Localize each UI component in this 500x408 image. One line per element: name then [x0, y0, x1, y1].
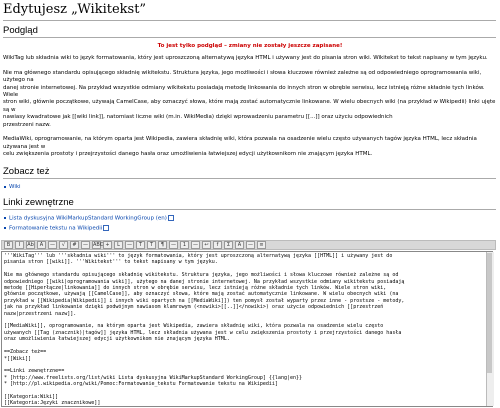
toolbar-button[interactable]: A — [37, 241, 46, 249]
toolbar-button[interactable]: T — [136, 241, 145, 249]
preview-warning: To jest tylko podgląd – zmiany nie zosta… — [157, 43, 343, 49]
preview-divider — [3, 37, 496, 38]
toolbar-button[interactable]: + — [103, 241, 112, 249]
preview-line: celu zwiększenia prostoty i przejrzystoś… — [3, 151, 373, 158]
editor-scrollbar-thumb[interactable] — [487, 253, 492, 373]
toolbar-button[interactable]: — — [125, 241, 134, 249]
preview-line: WikiTag lub składnia wiki to język forma… — [3, 55, 488, 61]
preview-line: Nie ma głównego standardu opisującego sk… — [3, 69, 482, 84]
editor-line[interactable]: [[Kategoria:Języki znacznikowe]] — [4, 400, 490, 406]
edit-page: Edytujesz „Wikitekst” Podgląd To jest ty… — [0, 0, 500, 408]
title-divider — [3, 20, 496, 21]
external-link-item: Formatowanie tekstu na Wikipedii — [3, 225, 110, 232]
preview-heading: Podgląd — [3, 25, 38, 36]
external-link-formatting[interactable]: Formatowanie tekstu na Wikipedii — [9, 226, 102, 232]
toolbar-button[interactable]: B — [4, 241, 13, 249]
preview-line: stron wiki, głównie początkowe, używają … — [3, 99, 496, 113]
toolbar-button[interactable]: 1 — [180, 241, 189, 249]
page-title: Edytujesz „Wikitekst” — [3, 2, 147, 17]
see-also-heading: Zobacz też — [3, 166, 50, 177]
toolbar-button[interactable]: A — [235, 241, 244, 249]
toolbar-button[interactable]: √ — [59, 241, 68, 249]
preview-line: nawiasy kwadratowe jak [[wiki link]], na… — [3, 114, 393, 121]
editor-toolbar: B I Ab A — √ # — ABC + L — T T ¶ —1— ↩ f Σ A — ≡ — [1, 240, 496, 250]
toolbar-button[interactable]: ↩ — [202, 241, 211, 249]
toolbar-button[interactable]: Ab — [26, 241, 35, 249]
toolbar-button[interactable]: ¶ — [158, 241, 167, 249]
toolbar-button[interactable]: Σ — [224, 241, 233, 249]
toolbar-button[interactable]: — — [48, 241, 57, 249]
see-also-wiki-link[interactable]: Wiki — [4, 184, 21, 190]
external-link-icon — [103, 225, 110, 231]
external-link-mailing-list[interactable]: Lista dyskusyjna WikiMarkupStandard Work… — [9, 216, 167, 222]
toolbar-button[interactable]: ABC — [92, 241, 103, 249]
wikitext-editor[interactable]: '''WikiTag''' lub '''składnia wiki''' to… — [1, 251, 493, 407]
external-link-icon — [167, 215, 174, 221]
preview-body: WikiTag lub składnia wiki to język forma… — [3, 55, 497, 159]
toolbar-button[interactable]: — — [246, 241, 255, 249]
external-links-heading: Linki zewnętrzne — [3, 197, 74, 208]
toolbar-button[interactable]: # — [70, 241, 79, 249]
toolbar-button[interactable]: — — [169, 241, 178, 249]
preview-line: danej stronie internetowej. Na przykład … — [3, 84, 485, 99]
toolbar-button[interactable]: — — [81, 241, 90, 249]
toolbar-button[interactable]: I — [15, 241, 24, 249]
toolbar-button[interactable]: T — [147, 241, 156, 249]
toolbar-button[interactable]: f — [213, 241, 222, 249]
toolbar-button[interactable]: L — [114, 241, 123, 249]
see-also-divider — [3, 178, 496, 179]
preview-line — [3, 62, 497, 69]
toolbar-button[interactable]: ≡ — [257, 241, 266, 249]
preview-line: MediaWiki, oprogramowanie, na którym opa… — [3, 136, 477, 150]
external-link-item: Lista dyskusyjna WikiMarkupStandard Work… — [4, 215, 174, 222]
external-links-divider — [3, 209, 496, 210]
preview-line: przestrzeni nazw. — [3, 121, 51, 128]
toolbar-button[interactable]: — — [191, 241, 200, 249]
